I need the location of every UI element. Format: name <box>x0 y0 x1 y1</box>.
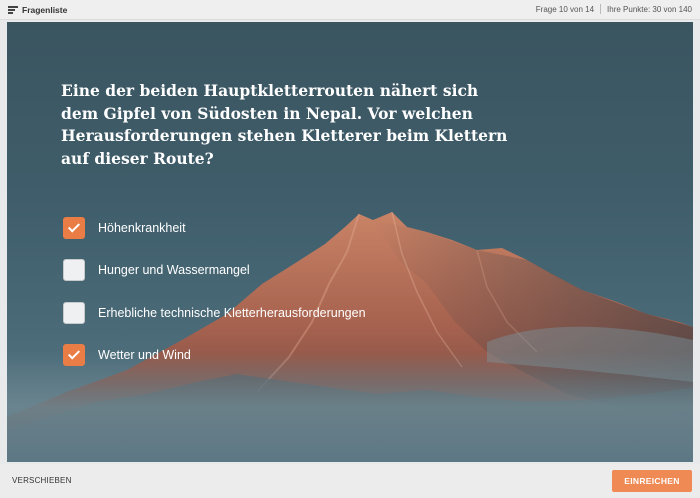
option-hunger-water[interactable]: Hunger und Wassermangel <box>63 257 250 283</box>
footer-bar: VERSCHIEBEN <box>0 464 700 498</box>
question-list-label: Fragenliste <box>22 5 68 15</box>
option-label: Erhebliche technische Kletterherausforde… <box>98 306 366 320</box>
skip-button[interactable]: VERSCHIEBEN <box>12 476 72 485</box>
question-counter: Frage 10 von 14 <box>535 4 595 14</box>
option-technical-climbing[interactable]: Erhebliche technische Kletterherausforde… <box>63 300 366 326</box>
checkbox-unchecked[interactable] <box>63 302 85 324</box>
question-text: Eine der beiden Hauptkletterrouten näher… <box>61 81 508 168</box>
checkbox-checked[interactable] <box>63 344 85 366</box>
progress-info: Frage 10 von 14 Ihre Punkte: 30 von 140 <box>536 4 692 14</box>
checkmark-icon <box>67 220 81 233</box>
option-weather-wind[interactable]: Wetter und Wind <box>63 342 191 368</box>
question-list-toggle[interactable]: Fragenliste <box>8 3 67 17</box>
question-slide: Eine der beiden Hauptkletterrouten näher… <box>7 22 693 462</box>
checkbox-checked[interactable] <box>63 217 85 239</box>
option-label: Wetter und Wind <box>98 348 191 362</box>
divider <box>600 4 602 14</box>
checkbox-unchecked[interactable] <box>63 259 85 281</box>
checkmark-icon <box>67 347 81 360</box>
list-icon <box>8 6 18 14</box>
score-display: Ihre Punkte: 30 von 140 <box>607 4 692 14</box>
option-altitude-sickness[interactable]: Höhenkrankheit <box>63 215 186 241</box>
submit-button[interactable]: EINREICHEN <box>612 470 692 492</box>
option-label: Hunger und Wassermangel <box>98 263 250 277</box>
top-bar: Fragenliste Frage 10 von 14 Ihre Punkte:… <box>0 0 700 20</box>
option-label: Höhenkrankheit <box>98 221 186 235</box>
